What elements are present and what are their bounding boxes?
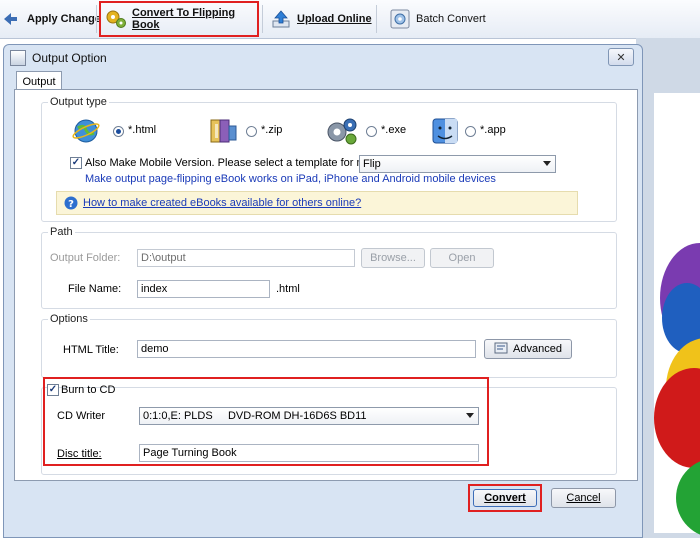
burn-to-cd-label: Burn to CD	[61, 384, 116, 396]
help-link[interactable]: How to make created eBooks available for…	[83, 197, 361, 209]
advanced-label: Advanced	[513, 343, 562, 355]
disc-title-value: Page Turning Book	[143, 447, 237, 459]
window-icon	[10, 50, 26, 66]
convert-label: Convert	[484, 492, 526, 504]
toolbar-separator	[96, 5, 97, 33]
html-title-label: HTML Title:	[63, 344, 119, 356]
advanced-button[interactable]: Advanced	[484, 339, 572, 359]
disc-title-label: Disc title:	[57, 448, 102, 460]
mobile-template-select[interactable]: Flip	[359, 155, 556, 173]
chevron-down-icon	[543, 161, 551, 166]
cd-writer-label: CD Writer	[57, 410, 106, 422]
output-folder-value: D:\output	[141, 252, 186, 264]
html-option-label: *.html	[128, 124, 157, 136]
browse-label: Browse...	[370, 252, 416, 264]
exe-option-label: *.exe	[381, 124, 407, 136]
help-info-bar: ? How to make created eBooks available f…	[56, 191, 578, 215]
burn-cd-highlight: ✓ Burn to CD CD Writer 0:1:0,E: PLDS DVD…	[43, 377, 489, 466]
convert-highlight: Convert	[468, 484, 542, 512]
html-title-field[interactable]: demo	[137, 340, 476, 358]
upload-icon	[270, 8, 292, 30]
disc-title-field[interactable]: Page Turning Book	[139, 444, 479, 462]
dialog-title: Output Option	[32, 51, 107, 65]
apply-change-label: Apply Change	[27, 13, 101, 25]
options-label: Options	[48, 313, 90, 325]
path-label: Path	[48, 226, 75, 238]
path-group: Path Output Folder: D:\output Browse... …	[41, 226, 617, 309]
help-icon: ?	[64, 196, 78, 213]
cd-writer-value: 0:1:0,E: PLDS DVD-ROM DH-16D6S BD11	[143, 410, 367, 422]
mobile-template-value: Flip	[363, 158, 381, 170]
file-name-value: index	[141, 283, 168, 295]
mobile-version-checkbox[interactable]: ✓	[70, 157, 82, 169]
tab-output[interactable]: Output	[16, 71, 62, 91]
apply-change-button[interactable]: Apply Change	[0, 3, 101, 35]
batch-convert-icon	[389, 8, 411, 30]
file-name-label: File Name:	[68, 283, 122, 295]
open-label: Open	[448, 252, 476, 264]
output-folder-label: Output Folder:	[50, 252, 121, 264]
options-group: Options HTML Title: demo Advanced	[41, 313, 617, 378]
convert-to-flipping-book-label: Convert To Flipping Book	[132, 7, 236, 31]
toolbar-separator	[376, 5, 377, 33]
batch-convert-label: Batch Convert	[416, 13, 486, 25]
toolbar-separator	[262, 5, 263, 33]
exe-gears-icon	[326, 116, 358, 149]
gears-icon	[105, 8, 127, 30]
convert-to-flipping-book-button[interactable]: Convert To Flipping Book	[99, 1, 259, 37]
main-toolbar: Apply Change Convert To Flipping Book Up…	[0, 0, 700, 39]
mobile-note: Make output page-flipping eBook works on…	[85, 173, 496, 185]
output-folder-field[interactable]: D:\output	[137, 249, 355, 267]
svg-text:?: ?	[68, 199, 74, 210]
open-button[interactable]: Open	[430, 248, 494, 268]
background-artwork	[636, 38, 700, 538]
output-panel: Output type *.html *.zip *.exe *.app ✓ A…	[14, 89, 638, 481]
close-icon: ✕	[616, 51, 626, 64]
batch-convert-button[interactable]: Batch Convert	[389, 3, 486, 35]
file-name-field[interactable]: index	[137, 280, 270, 298]
exe-radio[interactable]	[366, 126, 377, 137]
zip-archive-icon	[208, 116, 238, 149]
html-radio[interactable]	[113, 126, 124, 137]
close-button[interactable]: ✕	[608, 48, 634, 66]
globe-icon	[72, 116, 102, 149]
cancel-button[interactable]: Cancel	[551, 488, 616, 508]
convert-button[interactable]: Convert	[473, 489, 537, 507]
zip-option-label: *.zip	[261, 124, 283, 136]
advanced-icon	[494, 342, 508, 357]
app-option-label: *.app	[480, 124, 506, 136]
upload-online-button[interactable]: Upload Online	[270, 3, 372, 35]
output-type-group: Output type *.html *.zip *.exe *.app ✓ A…	[41, 96, 617, 222]
browse-button[interactable]: Browse...	[361, 248, 425, 268]
mac-finder-icon	[430, 116, 460, 149]
cd-writer-select[interactable]: 0:1:0,E: PLDS DVD-ROM DH-16D6S BD11	[139, 407, 479, 425]
output-option-dialog: Output Option ✕ Output Output type *.htm…	[3, 44, 643, 538]
output-type-label: Output type	[48, 96, 109, 108]
file-extension: .html	[276, 283, 300, 295]
burn-to-cd-checkbox[interactable]: ✓	[47, 384, 59, 396]
dialog-title-bar: Output Option	[10, 49, 107, 67]
mobile-version-label: Also Make Mobile Version. Please select …	[85, 157, 392, 169]
app-radio[interactable]	[465, 126, 476, 137]
chevron-down-icon	[466, 413, 474, 418]
upload-online-label: Upload Online	[297, 13, 372, 25]
html-title-value: demo	[141, 343, 169, 355]
cancel-label: Cancel	[566, 492, 601, 504]
arrow-icon	[0, 8, 22, 30]
tab-output-label: Output	[22, 75, 56, 88]
zip-radio[interactable]	[246, 126, 257, 137]
